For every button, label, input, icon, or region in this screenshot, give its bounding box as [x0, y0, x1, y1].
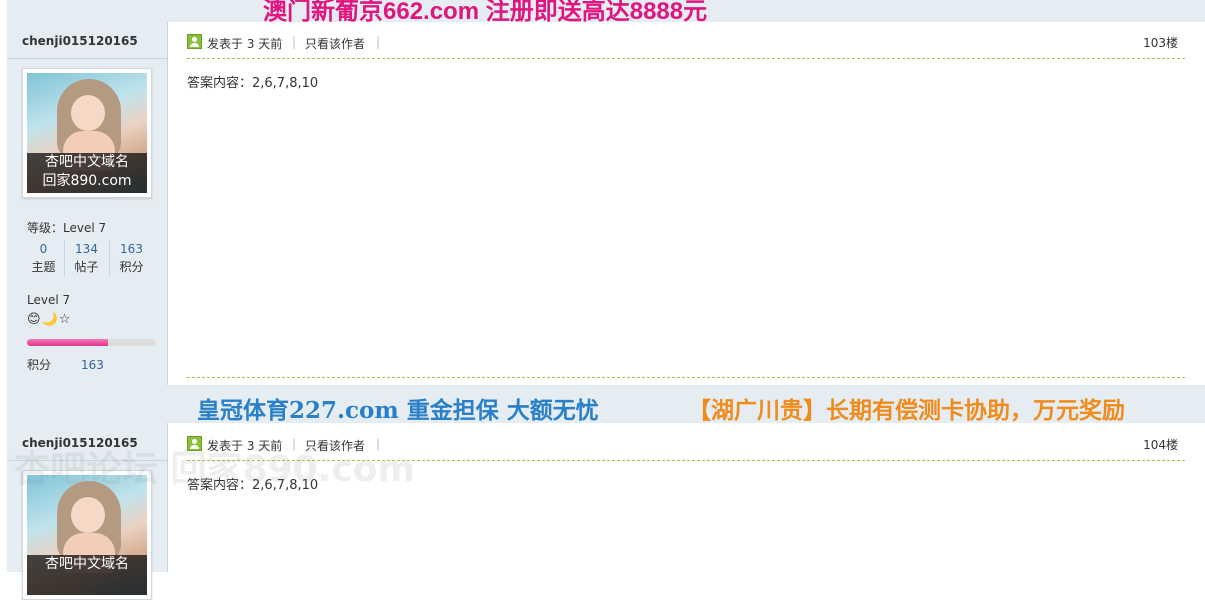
- post-header: 发表于 3 天前 | 只看该作者 | 103楼: [187, 31, 1185, 53]
- avatar-caption: 杏吧中文域名 回家890.com: [27, 153, 147, 193]
- avatar-image: 杏吧中文域名: [27, 475, 147, 595]
- rank-title: Level 7: [27, 293, 71, 307]
- only-author-link[interactable]: 只看该作者: [305, 35, 365, 52]
- mid-ad-right-link[interactable]: 【湖广川贵】长期有偿测卡协助，万元奖励: [688, 391, 1125, 425]
- separator: |: [376, 35, 381, 49]
- user-stats: 0 主题 134 帖子 163 积分: [22, 240, 152, 280]
- post-floor-link[interactable]: 103楼: [1143, 34, 1178, 51]
- user-level: 等级：Level 7: [27, 221, 107, 235]
- avatar[interactable]: 杏吧中文域名 回家890.com: [22, 68, 152, 198]
- post-floor-link[interactable]: 104楼: [1143, 436, 1178, 453]
- user-online-icon: [187, 34, 202, 49]
- points-progress-bar: [27, 339, 156, 346]
- stat-posts[interactable]: 134 帖子: [64, 240, 108, 276]
- post-time: 发表于 3 天前: [207, 37, 283, 51]
- divider: [7, 58, 167, 59]
- watermark: 杏吧论坛 回家890.com: [14, 449, 415, 490]
- post-footer-divider: [187, 377, 1185, 378]
- points-progress-fill: [27, 339, 109, 346]
- mid-ad-left-link[interactable]: 皇冠体育227.com 重金担保 大额无忧: [197, 391, 599, 425]
- post-header-divider: [187, 58, 1185, 59]
- post-content: 答案内容：2,6,7,8,10: [187, 76, 319, 91]
- avatar-image: 杏吧中文域名 回家890.com: [27, 73, 147, 193]
- post-author-username[interactable]: chenji015120165: [22, 34, 138, 48]
- avatar-caption: 杏吧中文域名: [27, 555, 147, 595]
- rank-stars-icon: 😊🌙☆: [27, 312, 72, 327]
- stat-points[interactable]: 163 积分: [109, 240, 153, 276]
- stat-threads[interactable]: 0 主题: [22, 240, 65, 276]
- user-level-link[interactable]: Level 7: [63, 221, 106, 235]
- points-row: 积分 163: [27, 358, 104, 372]
- separator: |: [292, 35, 297, 49]
- top-ad-link[interactable]: 澳门新葡京662.com 注册即送高达8888元: [263, 0, 707, 26]
